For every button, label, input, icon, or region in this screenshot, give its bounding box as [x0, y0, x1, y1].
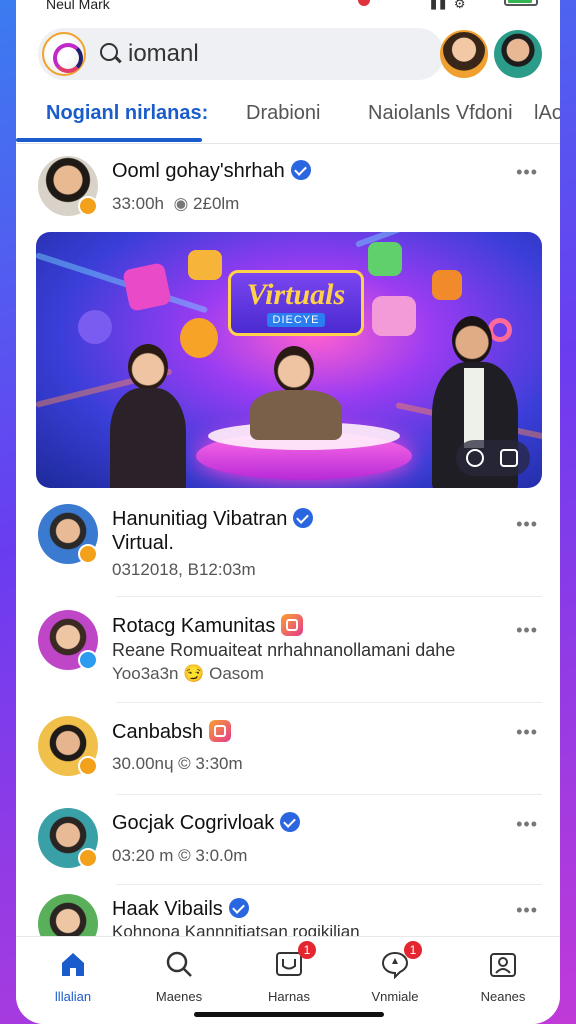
inbox-icon: 1: [274, 941, 316, 979]
nav-inbox[interactable]: 1 Harnas: [244, 941, 334, 1004]
status-bar: Neul Mark ▮▮ ⚙: [16, 0, 560, 14]
verified-icon: [290, 160, 311, 180]
hero-person-left: [86, 344, 206, 488]
post-author[interactable]: Canbabsh: [112, 720, 232, 744]
header-avatar-1[interactable]: [440, 30, 488, 78]
more-options-icon[interactable]: •••: [516, 900, 538, 921]
post-meta: 0312018, B12:03m: [112, 560, 256, 579]
verified-icon: [280, 812, 301, 832]
carrier-label: Neul Mark: [46, 0, 110, 12]
tab-3[interactable]: Naiolanls Vfdoni: [368, 102, 513, 125]
tab-1[interactable]: Nogianl nirlanas:: [46, 102, 208, 125]
search-bar[interactable]: iomanl: [38, 28, 444, 80]
divider: [116, 702, 542, 703]
clock-icon: ◉: [173, 194, 189, 213]
more-options-icon[interactable]: •••: [516, 722, 538, 743]
more-options-icon[interactable]: •••: [516, 514, 538, 535]
divider: [116, 884, 542, 885]
post-author[interactable]: Ooml gohay'shrhah: [112, 160, 311, 183]
more-options-icon[interactable]: •••: [516, 814, 538, 835]
more-options-icon[interactable]: •••: [516, 620, 538, 641]
profile-icon: [488, 949, 518, 979]
divider: [116, 596, 542, 597]
notification-badge: 1: [404, 941, 422, 959]
tab-2[interactable]: Drabioni: [246, 102, 320, 125]
nav-search[interactable]: Maenes: [134, 949, 224, 1004]
post-meta: 30.00nɥ © 3:30m: [112, 754, 243, 773]
share-icon[interactable]: [500, 449, 518, 467]
post-author[interactable]: Haak Vibails: [112, 898, 249, 921]
verified-icon: [228, 898, 249, 918]
search-input[interactable]: iomanl: [128, 40, 199, 68]
post-text: Reane Romuaiteat nrhahnanollamani dahe: [112, 640, 456, 660]
tab-4[interactable]: lAo: [534, 102, 560, 125]
post-author[interactable]: Gocjak Cogrivloak: [112, 812, 301, 835]
post-author[interactable]: Rotacg Kamunitas: [112, 614, 304, 638]
instagram-icon: [281, 614, 304, 636]
more-options-icon[interactable]: •••: [516, 162, 538, 183]
mute-icon[interactable]: [466, 449, 484, 467]
instagram-icon: [209, 720, 232, 742]
list-item[interactable]: Gocjak Cogrivloak 03:20 m © 3:0.0m •••: [38, 808, 538, 872]
home-icon: [58, 949, 88, 979]
verified-icon: [293, 508, 314, 528]
nav-home[interactable]: lllalian: [28, 949, 118, 1004]
app-logo-icon[interactable]: [42, 32, 86, 76]
post-meta: Yoo3a3n 😏 Oasom: [112, 664, 264, 683]
hero-banner: Virtuals DIECYE: [228, 270, 364, 336]
list-item[interactable]: Haak Vibails Kohnona Kannnitiatsan rogik…: [38, 894, 538, 938]
signal-icon: ▮▮ ⚙: [430, 0, 468, 11]
avatar-badge-icon: [78, 650, 98, 670]
post-author[interactable]: Hanunitiag Vibatran: [112, 508, 314, 531]
chat-icon: 1: [380, 941, 422, 980]
bottom-nav: lllalian Maenes 1 Harnas 1 Vnmiale Neane…: [16, 936, 560, 1024]
post-meta: 33:00h ◉ 2£0lm: [112, 194, 240, 213]
featured-post-header[interactable]: Ooml gohay'shrhah 33:00h ◉ 2£0lm •••: [38, 156, 538, 220]
list-item[interactable]: Hanunitiag Vibatran Virtual. 0312018, B1…: [38, 504, 538, 584]
nav-chat[interactable]: 1 Vnmiale: [350, 941, 440, 1004]
notification-dot-icon: [358, 0, 370, 6]
avatar-badge-icon: [78, 756, 98, 776]
post-text: Virtual.: [112, 532, 174, 554]
active-tab-indicator: [16, 138, 202, 142]
avatar-badge-icon: [78, 196, 98, 216]
divider: [116, 794, 542, 795]
home-indicator: [194, 1012, 384, 1017]
tab-bar: Nogianl nirlanas: Drabioni Naiolanls Vfd…: [16, 92, 560, 144]
hero-person-center: [240, 346, 350, 446]
nav-profile[interactable]: Neanes: [458, 949, 548, 1004]
avatar-badge-icon: [78, 848, 98, 868]
avatar-badge-icon: [78, 544, 98, 564]
media-controls[interactable]: [456, 440, 530, 476]
search-icon: [100, 43, 122, 65]
list-item[interactable]: Canbabsh 30.00nɥ © 3:30m •••: [38, 716, 538, 780]
featured-image[interactable]: Virtuals DIECYE: [36, 232, 542, 488]
post-meta: 03:20 m © 3:0.0m: [112, 846, 248, 865]
list-item[interactable]: Rotacg Kamunitas Reane Romuaiteat nrhahn…: [38, 610, 538, 690]
notification-badge: 1: [298, 941, 316, 959]
search-icon: [164, 949, 194, 979]
avatar[interactable]: [38, 894, 98, 938]
app-screen: Neul Mark ▮▮ ⚙ iomanl Nogianl nirlanas: …: [16, 0, 560, 1024]
header-avatar-2[interactable]: [494, 30, 542, 78]
battery-icon: [504, 0, 538, 6]
